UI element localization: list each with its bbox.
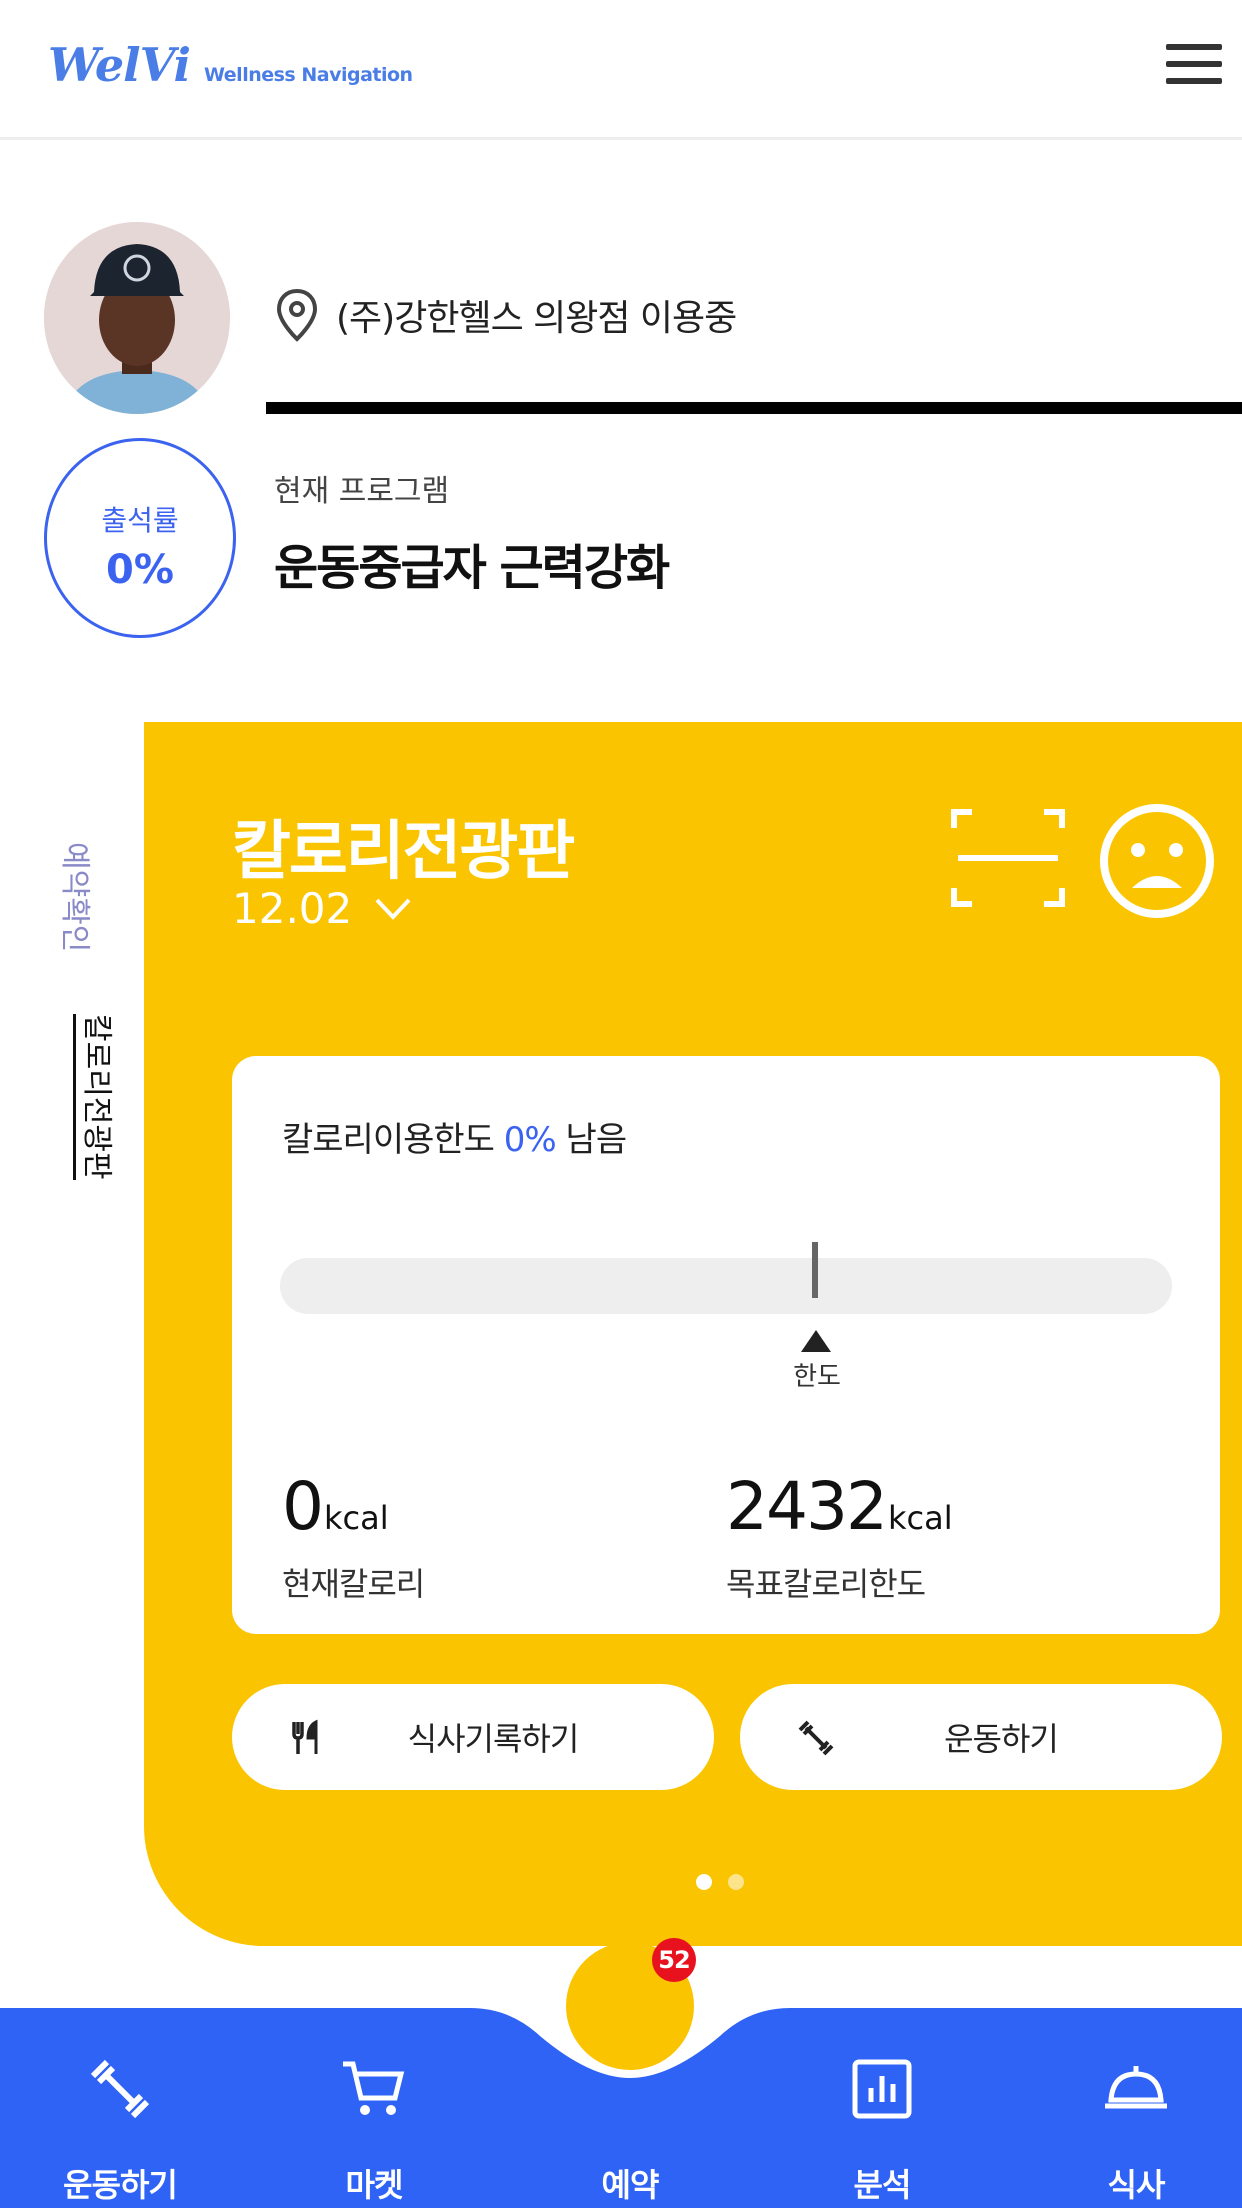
- cart-icon: [343, 2061, 405, 2115]
- logo-wordmark: WelVi: [48, 38, 191, 92]
- triangle-up-icon: [801, 1330, 831, 1352]
- calorie-limit-remaining: 칼로리이용한도 0% 남음: [282, 1112, 628, 1161]
- exercise-button[interactable]: 운동하기: [740, 1684, 1222, 1790]
- current-calorie-unit: kcal: [324, 1499, 389, 1537]
- limit-marker-label: 한도: [793, 1362, 841, 1392]
- target-calorie-label: 목표칼로리한도: [726, 1565, 926, 1603]
- tab-calorie-board[interactable]: 칼로리전광판: [73, 1014, 122, 1180]
- app-header: WelVi Wellness Navigation: [0, 0, 1242, 140]
- program-label: 현재 프로그램: [274, 474, 450, 509]
- hamburger-menu-icon[interactable]: [1166, 44, 1222, 90]
- nav-reservation[interactable]: 예약: [530, 2054, 730, 2206]
- welvi-logo[interactable]: WelVi Wellness Navigation: [48, 38, 413, 92]
- attendance-rate-badge: 출석률 0%: [44, 438, 236, 638]
- nav-reservation-label: 예약: [601, 2166, 660, 2204]
- date-selector[interactable]: 12.02: [232, 884, 412, 933]
- nav-meal-label: 식사: [1107, 2166, 1166, 2204]
- pager-dot-active[interactable]: [696, 1874, 712, 1890]
- pager-dots: [696, 1874, 760, 1890]
- cloche-icon: [1105, 2066, 1167, 2109]
- card-title: 칼로리전광판: [232, 815, 575, 889]
- nav-analysis-label: 분석: [853, 2166, 912, 2204]
- chevron-down-icon: [375, 898, 411, 920]
- divider: [266, 402, 1242, 414]
- limit-prefix: 칼로리이용한도: [282, 1120, 504, 1160]
- nav-market-label: 마켓: [345, 2166, 404, 2204]
- attendance-label: 출석률: [101, 504, 179, 537]
- scan-icon[interactable]: [950, 808, 1066, 908]
- current-calorie-value: 0: [282, 1468, 324, 1545]
- limit-percent: 0%: [503, 1120, 557, 1160]
- nav-analysis[interactable]: 분석: [782, 2054, 982, 2206]
- nav-meal[interactable]: 식사: [1036, 2054, 1236, 2206]
- attendance-value: 0%: [106, 547, 174, 593]
- program-name: 운동중급자 근력강화: [274, 540, 670, 596]
- calorie-progress-bar: [280, 1258, 1172, 1314]
- logo-tagline: Wellness Navigation: [204, 64, 413, 86]
- nav-exercise-label: 운동하기: [63, 2166, 178, 2204]
- record-meal-label: 식사기록하기: [407, 1720, 580, 1758]
- chart-icon: [852, 2059, 912, 2119]
- avatar[interactable]: [44, 222, 230, 414]
- sad-face-icon: [1100, 804, 1214, 918]
- record-meal-button[interactable]: 식사기록하기: [232, 1684, 714, 1790]
- location-text: (주)강한헬스 의왕점 이용중: [336, 298, 737, 339]
- nav-exercise[interactable]: 운동하기: [20, 2054, 220, 2206]
- target-calorie-value: 2432: [726, 1468, 888, 1545]
- target-calorie-stat: 2432 kcal 목표칼로리한도: [726, 1468, 953, 1605]
- dumbbell-icon: [90, 2059, 150, 2119]
- date-value: 12.02: [232, 884, 353, 933]
- limit-marker: [812, 1242, 818, 1298]
- current-calorie-label: 현재칼로리: [282, 1565, 425, 1603]
- calorie-board-card: 칼로리전광판 12.02 칼로리이용한도 0% 남음 한도 0 kcal 현재칼…: [144, 722, 1242, 1946]
- tab-reservation-check[interactable]: 예약확인: [56, 842, 100, 952]
- exercise-label: 운동하기: [944, 1720, 1059, 1758]
- nav-market[interactable]: 마켓: [274, 2054, 474, 2206]
- pager-dot[interactable]: [728, 1874, 744, 1890]
- notification-badge: 52: [652, 1938, 696, 1982]
- current-calorie-stat: 0 kcal 현재칼로리: [282, 1468, 425, 1605]
- calorie-summary-panel: 칼로리이용한도 0% 남음 한도 0 kcal 현재칼로리 2432 kcal …: [232, 1056, 1220, 1634]
- location-info: (주)강한헬스 의왕점 이용중: [276, 288, 737, 342]
- location-pin-icon: [276, 288, 318, 342]
- target-calorie-unit: kcal: [887, 1499, 953, 1537]
- limit-suffix: 남음: [555, 1120, 628, 1160]
